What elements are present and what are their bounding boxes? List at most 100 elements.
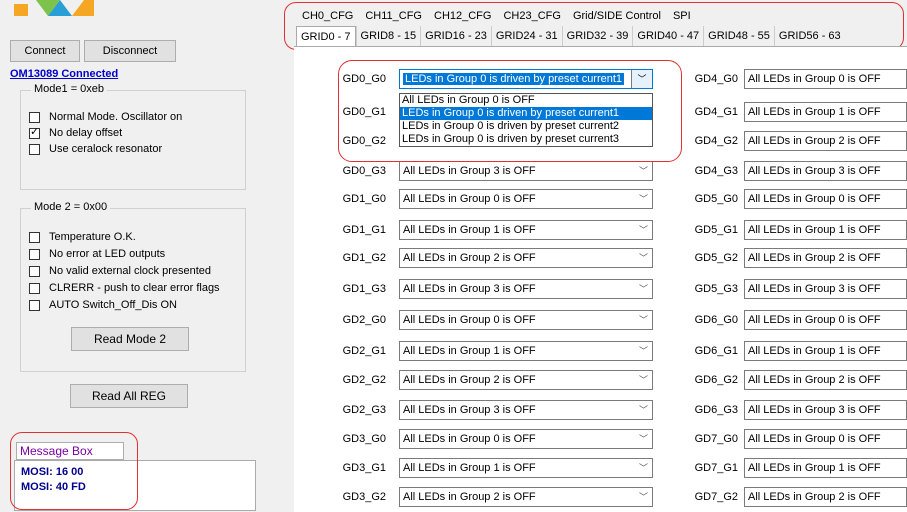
mode2-option-temperature[interactable]: Temperature O.K. — [29, 231, 136, 244]
chevron-down-icon[interactable]: ﹀ — [639, 488, 648, 506]
gd1-g2-select[interactable]: All LEDs in Group 2 is OFF ﹀ — [399, 248, 653, 268]
gd6-g3-select[interactable]: All LEDs in Group 3 is OFF — [744, 400, 907, 420]
row-label: GD1_G2 — [342, 252, 386, 264]
gd7-g0-select[interactable]: All LEDs in Group 0 is OFF — [744, 429, 907, 449]
mode1-option-no-delay[interactable]: No delay offset — [29, 126, 122, 140]
app-logo-icon — [14, 0, 94, 16]
row-label: GD5_G0 — [694, 193, 738, 205]
mode2-title: Mode 2 = 0x00 — [31, 201, 111, 213]
gd0-g3-select[interactable]: All LEDs in Group 3 is OFF ﹀ — [399, 161, 653, 181]
checkbox-checked-icon[interactable] — [29, 126, 40, 139]
gd2-g1-select[interactable]: All LEDs in Group 1 is OFF ﹀ — [399, 341, 653, 361]
mode2-option-auto-switch[interactable]: AUTO Switch_Off_Dis ON — [29, 299, 177, 312]
selected-value: All LEDs in Group 0 is OFF — [748, 314, 881, 326]
mode2-option-external-clock[interactable]: No valid external clock presented — [29, 265, 211, 278]
selected-value: All LEDs in Group 3 is OFF — [403, 165, 536, 177]
gd2-g0-select[interactable]: All LEDs in Group 0 is OFF ﹀ — [399, 310, 653, 330]
mode2-option-clrerr[interactable]: CLRERR - push to clear error flags — [29, 282, 220, 295]
selected-value: All LEDs in Group 0 is OFF — [748, 193, 881, 205]
checkbox-icon[interactable] — [29, 112, 40, 123]
chevron-down-icon[interactable]: ﹀ — [639, 430, 648, 448]
mode2-option-led-error[interactable]: No error at LED outputs — [29, 248, 165, 261]
gd3-g2-select[interactable]: All LEDs in Group 2 is OFF ﹀ — [399, 487, 653, 507]
selected-value: All LEDs in Group 1 is OFF — [403, 224, 536, 236]
gd1-g0-select[interactable]: All LEDs in Group 0 is OFF ﹀ — [399, 189, 653, 209]
row-label: GD5_G3 — [694, 283, 738, 295]
checkbox-label: Normal Mode. Oscillator on — [49, 111, 183, 123]
gd7-g2-select[interactable]: All LEDs in Group 2 is OFF — [744, 487, 907, 507]
row-label: GD5_G1 — [694, 224, 738, 236]
gd6-g2-select[interactable]: All LEDs in Group 2 is OFF — [744, 370, 907, 390]
gd3-g1-select[interactable]: All LEDs in Group 1 is OFF ﹀ — [399, 458, 653, 478]
connection-status[interactable]: OM13089 Connected — [10, 68, 118, 80]
mode1-option-ceralock[interactable]: Use ceralock resonator — [29, 143, 162, 156]
gd4-g0-select[interactable]: All LEDs in Group 0 is OFF — [744, 69, 907, 89]
selected-value: All LEDs in Group 0 is OFF — [748, 433, 881, 445]
gd5-g0-select[interactable]: All LEDs in Group 0 is OFF — [744, 189, 907, 209]
selected-value: All LEDs in Group 1 is OFF — [748, 106, 881, 118]
disconnect-button[interactable]: Disconnect — [84, 40, 176, 62]
gd4-g3-select[interactable]: All LEDs in Group 3 is OFF — [744, 161, 907, 181]
annotation-outline — [10, 432, 138, 510]
mode1-option-normal-mode[interactable]: Normal Mode. Oscillator on — [29, 111, 182, 124]
gd6-g1-select[interactable]: All LEDs in Group 1 is OFF — [744, 341, 907, 361]
chevron-down-icon[interactable]: ﹀ — [639, 311, 648, 329]
chevron-down-icon[interactable]: ﹀ — [639, 190, 648, 208]
gd5-g1-select[interactable]: All LEDs in Group 1 is OFF — [744, 220, 907, 240]
gd5-g3-select[interactable]: All LEDs in Group 3 is OFF — [744, 279, 907, 299]
gd7-g1-select[interactable]: All LEDs in Group 1 is OFF — [744, 458, 907, 478]
row-label: GD2_G2 — [342, 374, 386, 386]
connect-button[interactable]: Connect — [10, 40, 80, 62]
gd5-g2-select[interactable]: All LEDs in Group 2 is OFF — [744, 248, 907, 268]
gd4-g1-select[interactable]: All LEDs in Group 1 is OFF — [744, 102, 907, 122]
chevron-down-icon[interactable]: ﹀ — [639, 342, 648, 360]
gd1-g3-select[interactable]: All LEDs in Group 3 is OFF ﹀ — [399, 279, 653, 299]
checkbox-label: CLRERR - push to clear error flags — [49, 282, 220, 294]
checkbox-icon[interactable] — [29, 266, 40, 277]
row-label: GD4_G1 — [694, 106, 738, 118]
gd1-g1-select[interactable]: All LEDs in Group 1 is OFF ﹀ — [399, 220, 653, 240]
selected-value: All LEDs in Group 2 is OFF — [403, 252, 536, 264]
checkbox-label: Temperature O.K. — [49, 231, 136, 243]
checkbox-label: No error at LED outputs — [49, 248, 166, 260]
row-label: GD1_G3 — [342, 283, 386, 295]
selected-value: All LEDs in Group 1 is OFF — [748, 224, 881, 236]
checkbox-icon[interactable] — [29, 283, 40, 294]
selected-value: All LEDs in Group 3 is OFF — [403, 404, 536, 416]
checkbox-label: No valid external clock presented — [49, 265, 212, 277]
gd4-g2-select[interactable]: All LEDs in Group 2 is OFF — [744, 131, 907, 151]
selected-value: All LEDs in Group 0 is OFF — [403, 433, 536, 445]
chevron-down-icon[interactable]: ﹀ — [639, 280, 648, 298]
chevron-down-icon[interactable]: ﹀ — [639, 162, 648, 180]
selected-value: All LEDs in Group 0 is OFF — [748, 73, 881, 85]
chevron-down-icon[interactable]: ﹀ — [639, 459, 648, 477]
gd2-g3-select[interactable]: All LEDs in Group 3 is OFF ﹀ — [399, 400, 653, 420]
checkbox-icon[interactable] — [29, 249, 40, 260]
selected-value: All LEDs in Group 1 is OFF — [748, 462, 881, 474]
selected-value: All LEDs in Group 2 is OFF — [748, 252, 881, 264]
read-mode2-button[interactable]: Read Mode 2 — [71, 327, 189, 351]
checkbox-icon[interactable] — [29, 144, 40, 155]
mode1-group: Mode1 = 0xeb Normal Mode. Oscillator on … — [20, 83, 246, 190]
row-label: GD4_G3 — [694, 165, 738, 177]
row-label: GD4_G0 — [694, 73, 738, 85]
row-label: GD7_G1 — [694, 462, 738, 474]
chevron-down-icon[interactable]: ﹀ — [639, 249, 648, 267]
gd3-g0-select[interactable]: All LEDs in Group 0 is OFF ﹀ — [399, 429, 653, 449]
selected-value: All LEDs in Group 3 is OFF — [403, 283, 536, 295]
selected-value: All LEDs in Group 0 is OFF — [403, 193, 536, 205]
read-all-reg-button[interactable]: Read All REG — [70, 384, 188, 408]
gd2-g2-select[interactable]: All LEDs in Group 2 is OFF ﹀ — [399, 370, 653, 390]
selected-value: All LEDs in Group 1 is OFF — [403, 345, 536, 357]
annotation-outline — [338, 60, 682, 162]
mode1-title: Mode1 = 0xeb — [31, 83, 108, 95]
gd6-g0-select[interactable]: All LEDs in Group 0 is OFF — [744, 310, 907, 330]
checkbox-icon[interactable] — [29, 300, 40, 311]
row-label: GD7_G2 — [694, 491, 738, 503]
row-label: GD2_G3 — [342, 404, 386, 416]
selected-value: All LEDs in Group 2 is OFF — [748, 491, 881, 503]
chevron-down-icon[interactable]: ﹀ — [639, 401, 648, 419]
chevron-down-icon[interactable]: ﹀ — [639, 371, 648, 389]
chevron-down-icon[interactable]: ﹀ — [639, 221, 648, 239]
checkbox-icon[interactable] — [29, 232, 40, 243]
